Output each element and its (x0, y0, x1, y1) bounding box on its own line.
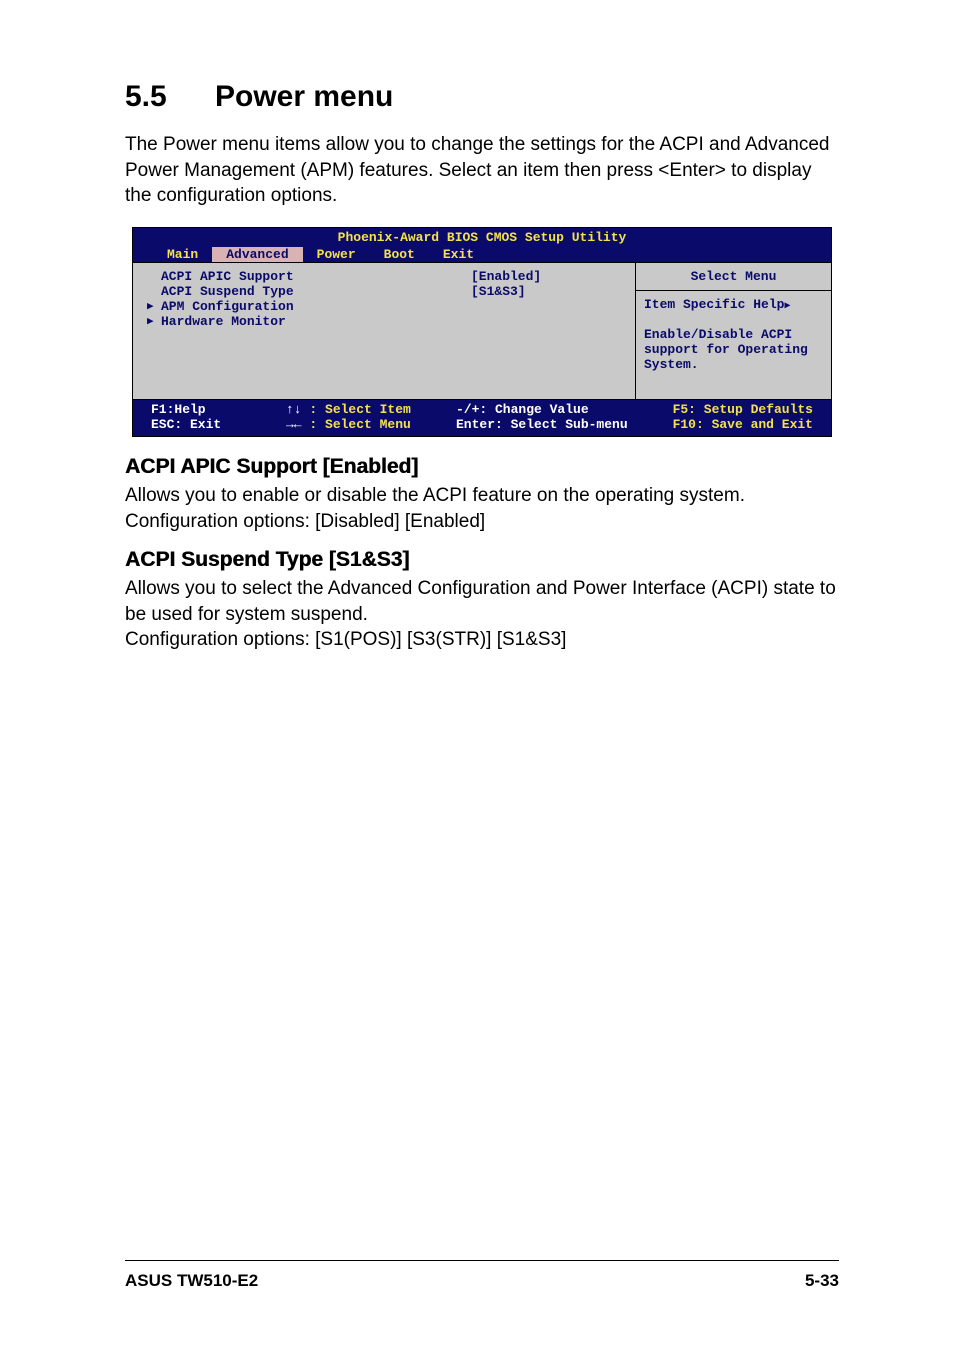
footer-page-number: 5-33 (805, 1271, 839, 1291)
footer-select-menu: : Select Menu (302, 417, 411, 432)
submenu-icon (147, 269, 161, 284)
bios-item-label: Hardware Monitor (161, 314, 471, 329)
tab-exit[interactable]: Exit (429, 247, 488, 262)
bios-item-label: ACPI Suspend Type (161, 284, 471, 299)
footer-f1: F1:Help (151, 402, 286, 417)
body-acpi-suspend: Allows you to select the Advanced Config… (125, 576, 839, 653)
bios-tab-bar: Main Advanced Power Boot Exit (133, 247, 831, 262)
bios-help-line: Item Specific Help▶ (644, 297, 823, 312)
intro-paragraph: The Power menu items allow you to change… (125, 132, 839, 209)
bios-screenshot: Phoenix-Award BIOS CMOS Setup Utility Ma… (132, 227, 832, 437)
bios-help-header: Select Menu (636, 263, 831, 291)
tab-boot[interactable]: Boot (370, 247, 429, 262)
body-acpi-apic: Allows you to enable or disable the ACPI… (125, 483, 839, 534)
submenu-icon: ▶ (147, 299, 161, 314)
bios-item[interactable]: ACPI APIC Support [Enabled] (147, 269, 621, 284)
footer-product: ASUS TW510-E2 (125, 1271, 258, 1291)
page-footer: ASUS TW510-E2 5-33 (0, 1260, 954, 1291)
footer-change-value: -/+: Change Value (456, 402, 638, 417)
bios-item-value (471, 299, 621, 314)
bios-help-body: Enable/Disable ACPI support for Operatin… (644, 327, 823, 372)
footer-esc: ESC: Exit (151, 417, 286, 432)
bios-title: Phoenix-Award BIOS CMOS Setup Utility (133, 228, 831, 247)
bios-item[interactable]: ACPI Suspend Type [S1&S3] (147, 284, 621, 299)
submenu-icon (147, 284, 161, 299)
tab-advanced[interactable]: Advanced (212, 247, 302, 262)
bios-item-label: ACPI APIC Support (161, 269, 471, 284)
pointer-icon: ▶ (784, 301, 790, 312)
section-title: 5.5Power menu (125, 80, 839, 114)
subheading-acpi-apic: ACPI APIC Support [Enabled] (125, 455, 839, 479)
section-name: Power menu (215, 80, 393, 113)
bios-item[interactable]: ▶ Hardware Monitor (147, 314, 621, 329)
bios-menu-list: ACPI APIC Support [Enabled] ACPI Suspend… (133, 263, 636, 399)
footer-select-item: : Select Item (302, 402, 411, 417)
leftright-icon: →← (286, 417, 302, 432)
subheading-acpi-suspend: ACPI Suspend Type [S1&S3] (125, 548, 839, 572)
bios-item-value: [Enabled] (471, 269, 621, 284)
footer-f5: F5: Setup Defaults (638, 402, 813, 417)
bios-item-value: [S1&S3] (471, 284, 621, 299)
bios-help-pane: Select Menu Item Specific Help▶ Enable/D… (636, 263, 831, 399)
footer-enter: Enter: Select Sub-menu (456, 417, 638, 432)
updown-icon: ↑↓ (286, 402, 302, 417)
tab-power[interactable]: Power (303, 247, 370, 262)
bios-item-value (471, 314, 621, 329)
bios-footer: F1:Help ESC: Exit ↑↓ : Select Item →← : … (133, 400, 831, 436)
bios-item[interactable]: ▶ APM Configuration (147, 299, 621, 314)
bios-item-label: APM Configuration (161, 299, 471, 314)
section-number: 5.5 (125, 80, 215, 114)
tab-main[interactable]: Main (153, 247, 212, 262)
submenu-icon: ▶ (147, 314, 161, 329)
footer-f10: F10: Save and Exit (638, 417, 813, 432)
